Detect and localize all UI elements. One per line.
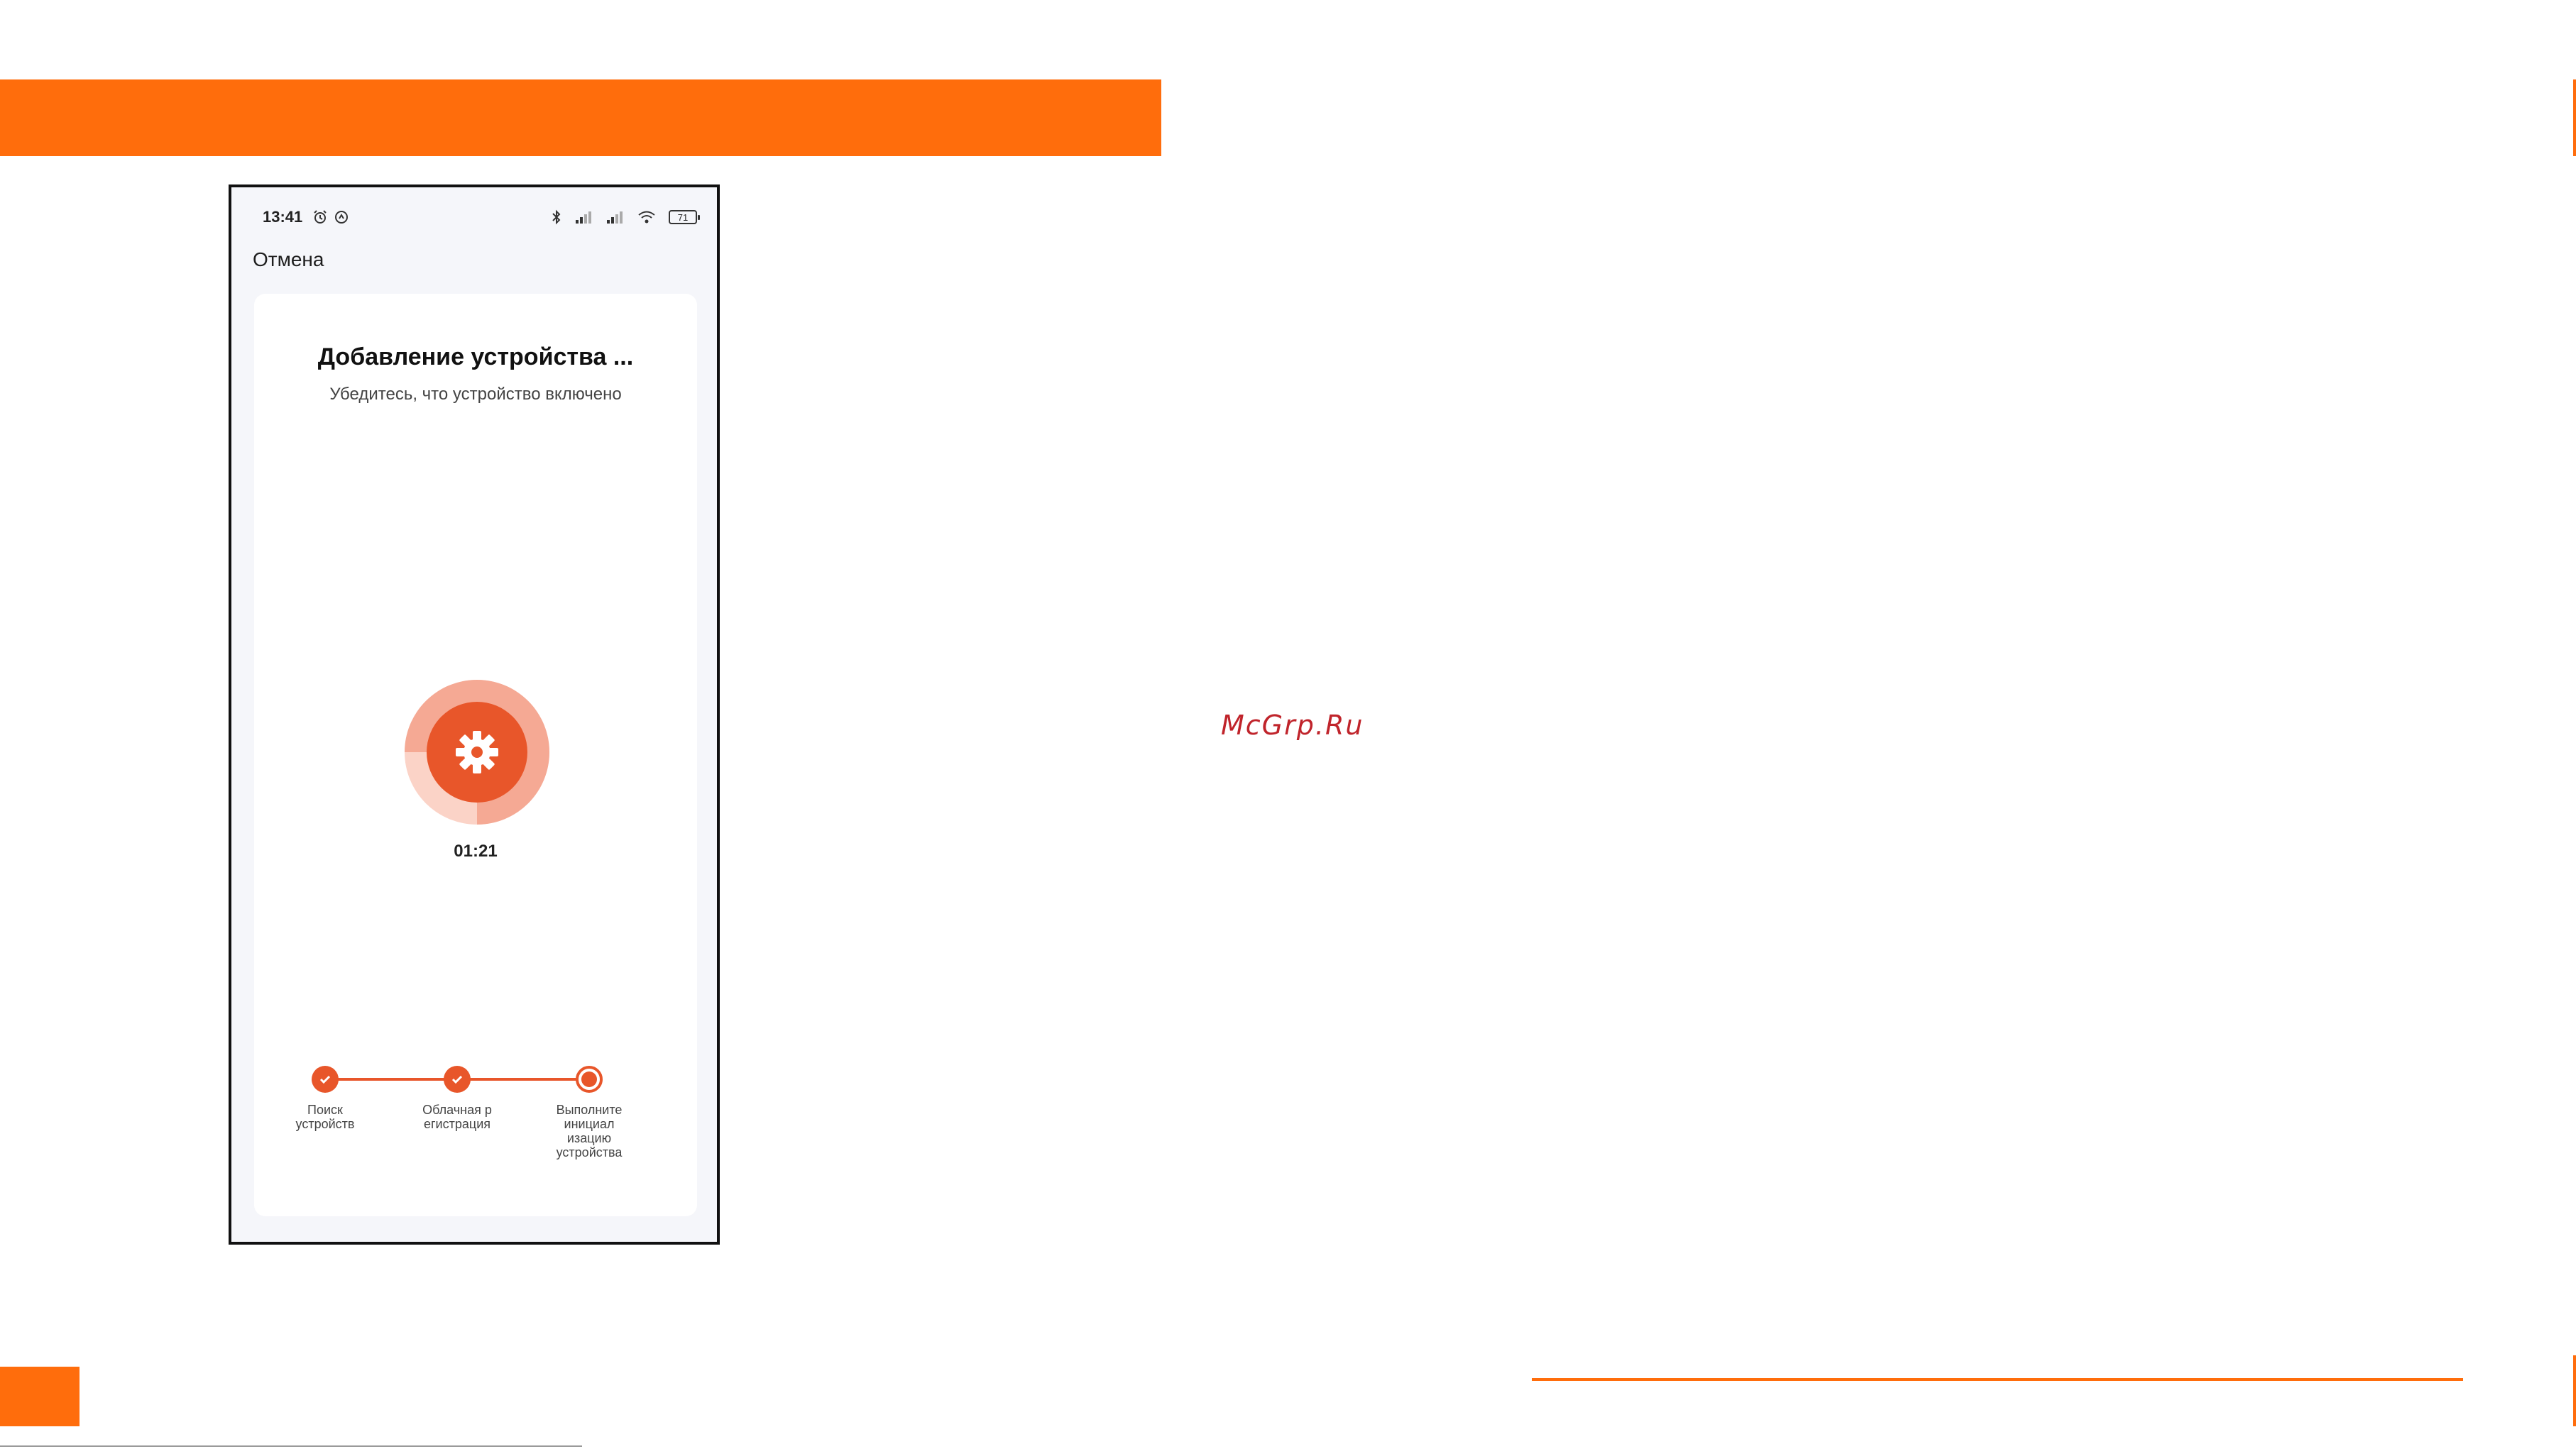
step-label: Облачная р егистрация [422, 1103, 492, 1131]
header-bar [0, 79, 1161, 156]
footer-gray-line [0, 1445, 582, 1447]
alarm-icon [312, 209, 328, 225]
card-title: Добавление устройства ... [317, 343, 634, 370]
bluetooth-icon [551, 209, 562, 225]
step-connector [325, 1078, 457, 1081]
step-label: Выполните инициал изацию устройства [556, 1103, 623, 1159]
check-icon [451, 1075, 463, 1084]
phone-screenshot: 13:41 71 Отмена Добавление устройства ..… [229, 184, 720, 1245]
progress-ring [405, 680, 549, 825]
step-done-dot [444, 1066, 471, 1093]
footer-line [1532, 1378, 2463, 1381]
check-icon [319, 1075, 331, 1084]
add-device-card: Добавление устройства ... Убедитесь, что… [254, 294, 697, 1216]
edge-mark-bottom [2573, 1355, 2576, 1426]
status-right-group: 71 [551, 209, 700, 225]
signal-icon [575, 210, 593, 224]
step-current-dot [576, 1066, 603, 1093]
gear-icon [456, 731, 498, 773]
countdown-timer: 01:21 [454, 842, 498, 861]
signal-icon [606, 210, 625, 224]
watermark: McGrp.Ru [1221, 710, 1364, 741]
battery-indicator: 71 [669, 210, 700, 224]
slide-page: McGrp.Ru 13:41 71 Отмена Добавление устр… [0, 0, 2576, 1449]
cancel-button[interactable]: Отмена [253, 248, 324, 271]
step-current-inner [581, 1071, 597, 1087]
status-bar: 13:41 71 [263, 203, 700, 231]
step-label: Поиск устройств [295, 1103, 355, 1131]
footer-corner-square [0, 1367, 80, 1426]
step-done-dot [312, 1066, 339, 1093]
step-connector [457, 1078, 589, 1081]
edge-mark-top [2573, 79, 2576, 156]
wifi-icon [637, 210, 656, 224]
progress-steps: Поиск устройств Облачная р егистрация Вы… [283, 1064, 622, 1171]
status-time: 13:41 [263, 208, 303, 226]
sync-icon [334, 209, 349, 225]
card-subtitle: Убедитесь, что устройство включено [329, 385, 622, 404]
